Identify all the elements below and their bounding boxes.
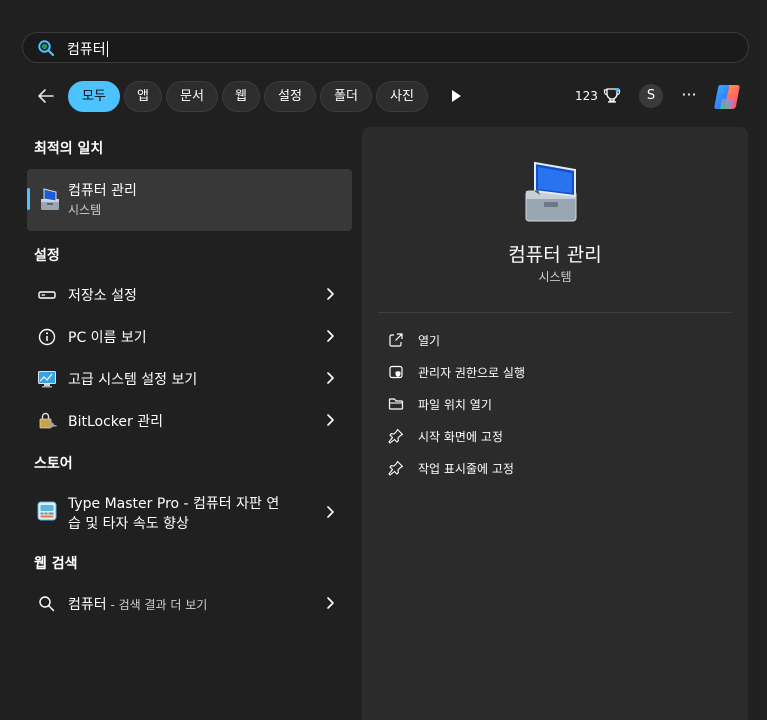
chip-documents[interactable]: 문서 — [166, 81, 218, 112]
chip-settings[interactable]: 설정 — [264, 81, 316, 112]
settings-item-advanced-system[interactable]: 고급 시스템 설정 보기 — [27, 358, 352, 398]
chevron-right-icon — [327, 372, 334, 384]
settings-item-label: 저장소 설정 — [68, 288, 137, 304]
start-search-panel: 컴퓨터 모두 앱 문서 웹 설정 폴더 사진 123 S ··· 최적의 일치 … — [0, 0, 767, 720]
chevron-right-icon — [327, 288, 334, 300]
chip-web[interactable]: 웹 — [222, 81, 260, 112]
settings-item-label: PC 이름 보기 — [68, 330, 147, 346]
store-item-line1: Type Master Pro - 컴퓨터 자판 연 — [68, 496, 280, 512]
account-avatar[interactable]: S — [639, 84, 663, 108]
search-box[interactable]: 컴퓨터 — [22, 32, 749, 63]
best-match-item[interactable]: 컴퓨터 관리 시스템 — [27, 169, 352, 231]
settings-item-pc-name[interactable]: PC 이름 보기 — [27, 316, 352, 356]
settings-heading: 설정 — [34, 248, 60, 264]
web-search-item[interactable]: 컴퓨터 - 검색 결과 더 보기 — [27, 583, 352, 623]
search-icon — [39, 596, 55, 612]
action-pin-to-taskbar[interactable]: 작업 표시줄에 고정 — [388, 456, 718, 482]
preview-pane: 컴퓨터 관리 시스템 열기 관리자 권한으로 실행 파일 위치 열기 시작 화면… — [362, 127, 748, 720]
chip-apps[interactable]: 앱 — [124, 81, 162, 112]
copilot-icon[interactable] — [712, 81, 744, 113]
store-item-type-master-pro[interactable]: Type Master Pro - 컴퓨터 자판 연 습 및 타자 속도 향상 — [27, 487, 352, 537]
info-icon — [38, 328, 56, 346]
storage-icon — [38, 291, 56, 299]
best-match-heading: 최적의 일치 — [34, 141, 104, 157]
bitlocker-key-icon — [39, 412, 57, 429]
action-label: 시작 화면에 고정 — [418, 430, 503, 444]
best-match-subtitle: 시스템 — [68, 203, 102, 217]
action-label: 열기 — [418, 334, 441, 348]
chevron-right-icon — [327, 597, 334, 609]
web-search-query: 컴퓨터 — [68, 597, 107, 613]
search-icon — [38, 40, 55, 57]
best-match-title: 컴퓨터 관리 — [68, 183, 137, 199]
trophy-icon[interactable] — [603, 87, 621, 105]
chevron-right-icon — [327, 414, 334, 426]
pin-icon — [388, 428, 404, 444]
chevron-right-icon — [327, 330, 334, 342]
settings-item-label: 고급 시스템 설정 보기 — [68, 372, 198, 388]
settings-item-storage[interactable]: 저장소 설정 — [27, 274, 352, 314]
web-search-label: 컴퓨터 - 검색 결과 더 보기 — [68, 594, 207, 614]
action-pin-to-start[interactable]: 시작 화면에 고정 — [388, 424, 718, 450]
web-search-heading: 웹 검색 — [34, 556, 78, 572]
back-arrow-icon[interactable] — [34, 84, 58, 108]
store-item-line2: 습 및 타자 속도 향상 — [68, 516, 189, 532]
action-open[interactable]: 열기 — [388, 328, 718, 354]
settings-item-label: BitLocker 관리 — [68, 414, 163, 430]
text-caret — [106, 41, 108, 57]
store-heading: 스토어 — [34, 456, 73, 472]
computer-management-icon — [41, 188, 59, 210]
action-open-file-location[interactable]: 파일 위치 열기 — [388, 392, 718, 418]
rewards-points: 123 — [575, 89, 598, 103]
search-query: 컴퓨터 — [67, 42, 106, 58]
chevron-right-icon — [327, 506, 334, 518]
chip-folders[interactable]: 폴더 — [320, 81, 372, 112]
action-label: 작업 표시줄에 고정 — [418, 462, 514, 476]
selection-indicator — [27, 188, 30, 210]
preview-title: 컴퓨터 관리 — [508, 244, 602, 266]
shield-admin-icon — [389, 365, 403, 379]
more-options-button[interactable]: ··· — [680, 84, 698, 108]
folder-icon — [388, 398, 404, 410]
chip-photos[interactable]: 사진 — [376, 81, 428, 112]
action-run-as-admin[interactable]: 관리자 권한으로 실행 — [388, 360, 718, 386]
settings-item-bitlocker[interactable]: BitLocker 관리 — [27, 400, 352, 440]
preview-subtitle: 시스템 — [538, 270, 572, 284]
action-label: 파일 위치 열기 — [418, 398, 492, 412]
web-search-suffix: - 검색 결과 더 보기 — [106, 598, 208, 612]
open-external-icon — [389, 333, 403, 347]
action-label: 관리자 권한으로 실행 — [418, 366, 525, 380]
system-monitor-icon — [38, 371, 56, 388]
preview-divider — [378, 312, 732, 313]
typing-app-icon — [37, 501, 57, 521]
computer-management-icon — [525, 161, 577, 222]
chip-all[interactable]: 모두 — [68, 81, 120, 112]
pin-icon — [388, 460, 404, 476]
search-input[interactable]: 컴퓨터 — [67, 39, 108, 59]
more-filters-play-icon[interactable] — [448, 88, 464, 104]
